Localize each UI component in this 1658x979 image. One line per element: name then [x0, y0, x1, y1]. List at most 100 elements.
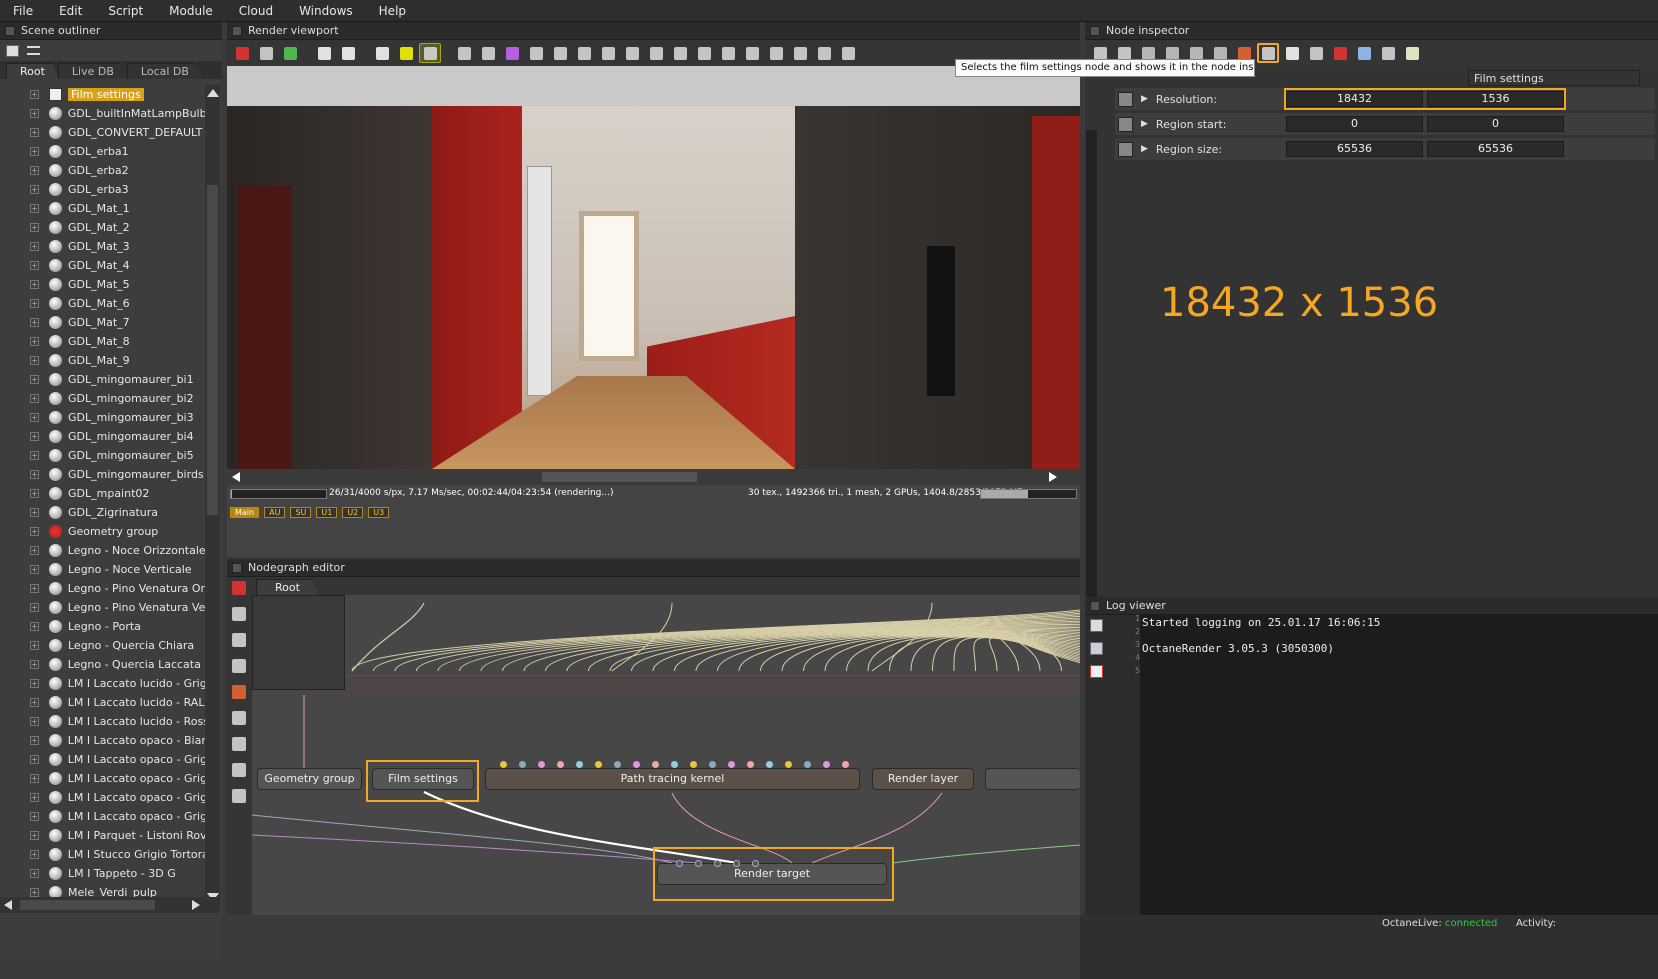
outliner-item[interactable]: + GDL_erba3: [0, 180, 205, 199]
expand-icon[interactable]: +: [30, 242, 39, 251]
nodegraph-tool-icon[interactable]: [232, 711, 246, 725]
node-input-port[interactable]: [709, 761, 716, 768]
nodegraph-tool-icon[interactable]: [232, 763, 246, 777]
outliner-item[interactable]: + GDL_Mat_1: [0, 199, 205, 218]
node-render-layer[interactable]: Render layer: [872, 768, 974, 790]
outliner-item[interactable]: + Legno - Porta: [0, 617, 205, 636]
clear-log-icon[interactable]: [1090, 665, 1103, 678]
node-input-port[interactable]: [676, 860, 683, 867]
inspector-tool-icon[interactable]: [1257, 43, 1279, 63]
value-field-a[interactable]: 65536: [1286, 141, 1423, 157]
expand-icon[interactable]: +: [30, 223, 39, 232]
viewport-tool-icon[interactable]: [313, 43, 335, 63]
outliner-item[interactable]: + GDL_CONVERT_DEFAULT: [0, 123, 205, 142]
outliner-item[interactable]: + GDL_Mat_5: [0, 275, 205, 294]
node-input-port[interactable]: [671, 761, 678, 768]
node-input-port[interactable]: [557, 761, 564, 768]
node-input-port[interactable]: [804, 761, 811, 768]
viewport-tool-icon[interactable]: [501, 43, 523, 63]
outliner-item[interactable]: + GDL_Mat_2: [0, 218, 205, 237]
expand-icon[interactable]: +: [30, 546, 39, 555]
render-pass-button[interactable]: U2: [342, 507, 364, 518]
expand-icon[interactable]: +: [30, 375, 39, 384]
expand-icon[interactable]: +: [30, 261, 39, 270]
expand-icon[interactable]: +: [30, 185, 39, 194]
nodegraph-tool-icon[interactable]: [232, 581, 246, 595]
outliner-item[interactable]: + GDL_mingomaurer_bi4: [0, 427, 205, 446]
viewport-tool-icon[interactable]: [621, 43, 643, 63]
viewport-tool-icon[interactable]: [477, 43, 499, 63]
node-input-port[interactable]: [752, 860, 759, 867]
expand-icon[interactable]: +: [30, 470, 39, 479]
menu-cloud[interactable]: Cloud: [226, 0, 286, 22]
outliner-item[interactable]: + GDL_Mat_6: [0, 294, 205, 313]
expand-icon[interactable]: +: [30, 166, 39, 175]
outliner-item[interactable]: + LM I Laccato lucido - RAL1013: [0, 693, 205, 712]
viewport-tool-icon[interactable]: [255, 43, 277, 63]
viewport-tool-icon[interactable]: [645, 43, 667, 63]
node-input-port[interactable]: [500, 761, 507, 768]
expand-arrow-icon[interactable]: ▶: [1141, 94, 1148, 104]
viewport-tool-icon[interactable]: [525, 43, 547, 63]
expand-icon[interactable]: +: [30, 90, 39, 99]
node-input-port[interactable]: [519, 761, 526, 768]
viewport-tool-icon[interactable]: [693, 43, 715, 63]
expand-icon[interactable]: +: [30, 774, 39, 783]
scroll-left-arrow[interactable]: [4, 900, 12, 910]
copy-log-icon[interactable]: [1090, 642, 1103, 655]
outliner-item[interactable]: + Geometry group: [0, 522, 205, 541]
menu-script[interactable]: Script: [95, 0, 156, 22]
outliner-item[interactable]: + LM I Laccato lucido - Grigio Cil: [0, 674, 205, 693]
panel-checkbox[interactable]: [1090, 600, 1100, 611]
outliner-item[interactable]: + LM I Laccato opaco - Grigio Sc: [0, 788, 205, 807]
scroll-thumb[interactable]: [207, 185, 218, 515]
menu-module[interactable]: Module: [156, 0, 226, 22]
viewport-tool-icon[interactable]: [597, 43, 619, 63]
outliner-hscrollbar[interactable]: [0, 897, 220, 913]
outliner-item[interactable]: + GDL_Mat_8: [0, 332, 205, 351]
outliner-item[interactable]: + GDL_Mat_9: [0, 351, 205, 370]
node-input-port[interactable]: [538, 761, 545, 768]
node-input-port[interactable]: [633, 761, 640, 768]
node-input-port[interactable]: [614, 761, 621, 768]
node-geometry-group[interactable]: Geometry group: [257, 768, 362, 790]
viewport-tool-icon[interactable]: [741, 43, 763, 63]
outliner-item[interactable]: + GDL_Zigrinatura: [0, 503, 205, 522]
outliner-item[interactable]: + LM I Laccato opaco - Grigio: [0, 807, 205, 826]
outliner-item[interactable]: + Film settings: [0, 85, 205, 104]
viewport-tool-icon[interactable]: [231, 43, 253, 63]
outliner-item[interactable]: + GDL_mingomaurer_bi5: [0, 446, 205, 465]
expand-icon[interactable]: +: [30, 850, 39, 859]
viewport-tool-icon[interactable]: [453, 43, 475, 63]
expand-icon[interactable]: +: [30, 394, 39, 403]
expand-icon[interactable]: +: [30, 831, 39, 840]
node-path-tracing-kernel[interactable]: Path tracing kernel: [485, 768, 860, 790]
outliner-item[interactable]: + GDL_mingomaurer_bi1: [0, 370, 205, 389]
render-pass-button[interactable]: U3: [368, 507, 390, 518]
expand-icon[interactable]: +: [30, 318, 39, 327]
expand-icon[interactable]: +: [30, 204, 39, 213]
viewport-tool-icon[interactable]: [419, 43, 441, 63]
panel-checkbox[interactable]: [5, 25, 15, 36]
hscroll-thumb[interactable]: [20, 900, 155, 910]
node-canvas[interactable]: Geometry group Film settings Path tracin…: [252, 595, 1080, 915]
render-pass-button[interactable]: U1: [316, 507, 338, 518]
save-icon[interactable]: [6, 44, 19, 57]
expand-icon[interactable]: +: [30, 888, 39, 897]
viewport-tool-icon[interactable]: [789, 43, 811, 63]
scroll-left-arrow[interactable]: [232, 472, 240, 482]
expand-icon[interactable]: +: [30, 698, 39, 707]
hscroll-thumb[interactable]: [542, 472, 697, 482]
outliner-item[interactable]: + Legno - Noce Orizzontale: [0, 541, 205, 560]
tab-live-db[interactable]: Live DB: [57, 63, 128, 79]
expand-icon[interactable]: +: [30, 622, 39, 631]
outliner-item[interactable]: + LM I Laccato opaco - Grigio ch: [0, 750, 205, 769]
outliner-item[interactable]: + Legno - Noce Verticale: [0, 560, 205, 579]
expand-arrow-icon[interactable]: ▶: [1141, 144, 1148, 154]
expand-icon[interactable]: +: [30, 641, 39, 650]
inspector-tool-icon[interactable]: [1401, 43, 1423, 63]
tab-local-db[interactable]: Local DB: [126, 63, 203, 79]
viewport-tool-icon[interactable]: [371, 43, 393, 63]
outliner-item[interactable]: + GDL_builtInMatLampBulb: [0, 104, 205, 123]
node-dropdown[interactable]: Film settings: [1468, 70, 1640, 86]
